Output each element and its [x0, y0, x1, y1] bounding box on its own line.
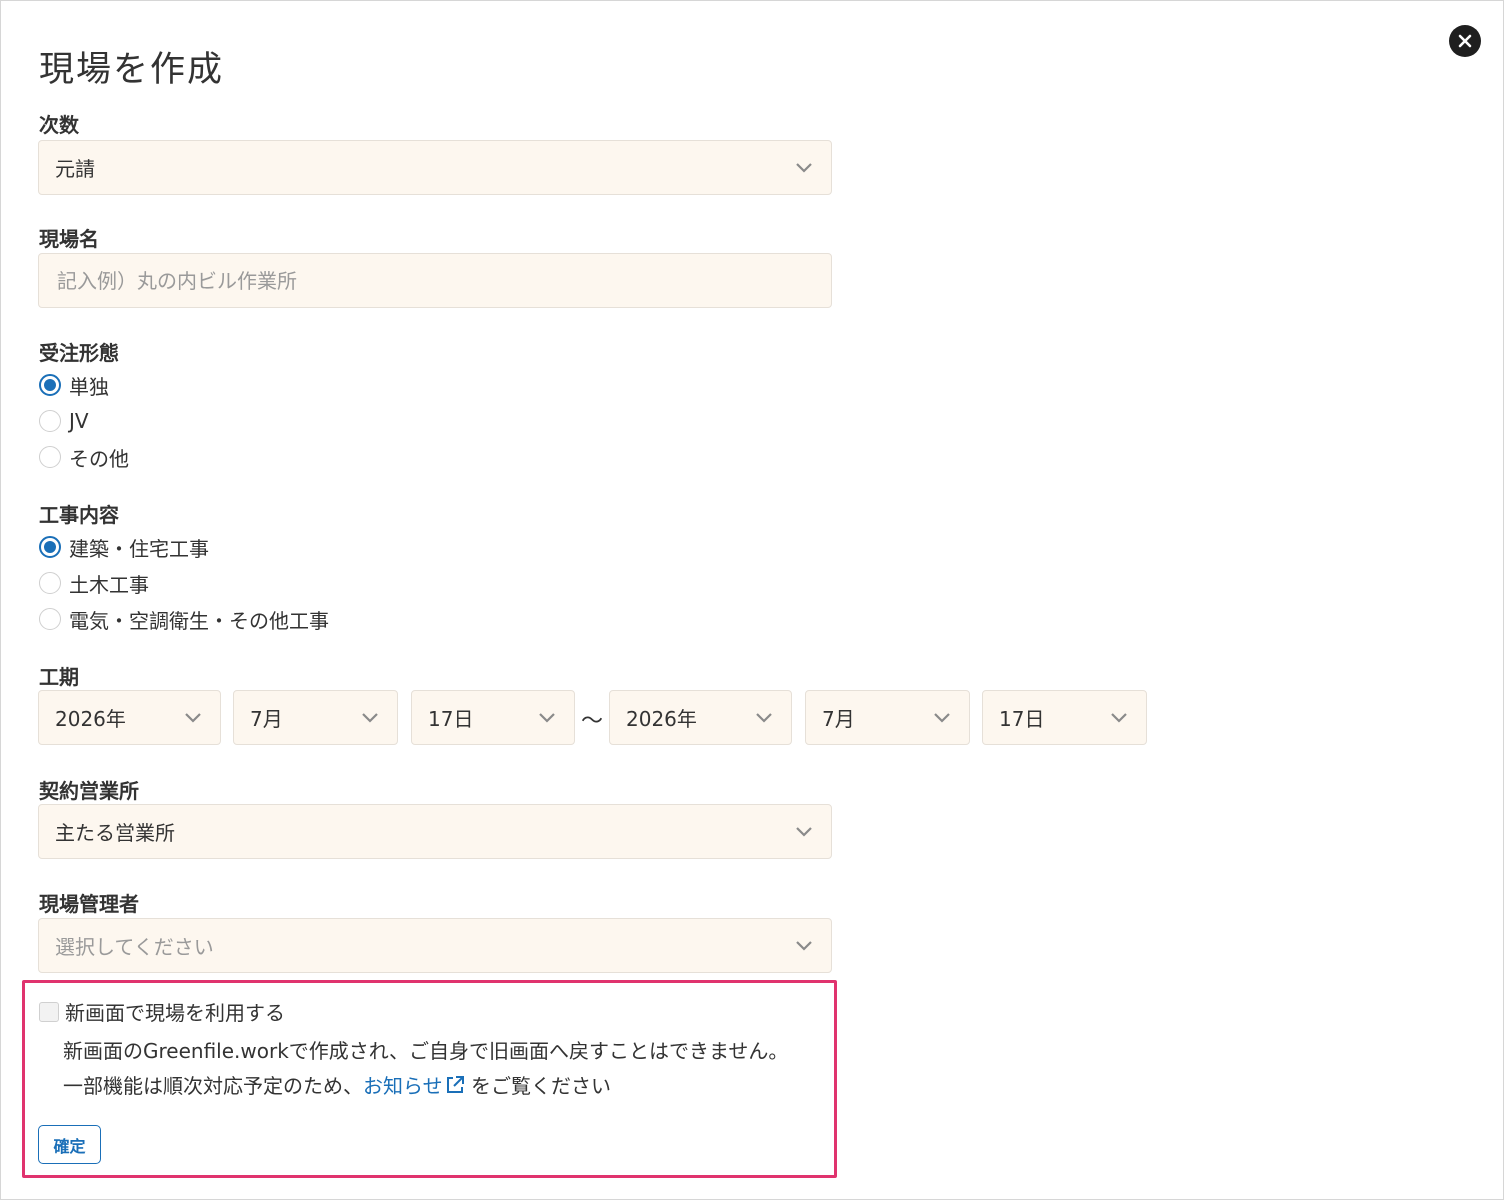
office-select[interactable]: 主たる営業所 [38, 804, 832, 859]
work-content-option-civil[interactable]: 土木工事 [39, 569, 149, 597]
start-day-value: 17日 [428, 707, 474, 731]
new-screen-description-line1: 新画面のGreenfile.workで作成され、ご自身で旧画面へ戻すことはできま… [63, 1039, 789, 1063]
external-link-icon [446, 1076, 464, 1093]
chevron-down-icon [796, 162, 812, 173]
manager-select[interactable]: 選択してください [38, 918, 832, 973]
chevron-down-icon [934, 712, 950, 723]
end-day-value: 17日 [999, 707, 1045, 731]
create-site-dialog: 現場を作成 次数 元請 現場名 受注形態 単独 JV その他 工事内容 建築・住… [0, 0, 1504, 1200]
new-screen-checkbox[interactable] [39, 1001, 59, 1022]
manager-placeholder: 選択してください [55, 935, 214, 959]
end-year-value: 2026年 [626, 707, 697, 731]
notice-link-text: お知らせ [363, 1074, 443, 1098]
chevron-down-icon [1111, 712, 1127, 723]
end-month-value: 7月 [822, 707, 855, 731]
radio-button[interactable] [39, 410, 61, 432]
work-content-label: 工事内容 [39, 503, 119, 527]
office-label: 契約営業所 [39, 779, 139, 803]
description-text: 一部機能は順次対応予定のため、 [63, 1074, 363, 1098]
start-year-value: 2026年 [55, 707, 126, 731]
new-screen-checkbox-label: 新画面で現場を利用する [65, 1001, 285, 1025]
start-month-value: 7月 [250, 707, 283, 731]
radio-button[interactable] [39, 572, 61, 594]
close-icon [1458, 34, 1472, 48]
order-level-value: 元請 [55, 157, 95, 181]
chevron-down-icon [185, 712, 201, 723]
radio-button[interactable] [39, 446, 61, 468]
radio-label: 土木工事 [69, 572, 149, 597]
start-day-select[interactable]: 17日 [411, 690, 575, 745]
order-type-label: 受注形態 [39, 341, 119, 365]
manager-label: 現場管理者 [39, 892, 139, 916]
description-text: をご覧ください [464, 1074, 611, 1098]
confirm-button[interactable]: 確定 [38, 1125, 101, 1164]
chevron-down-icon [756, 712, 772, 723]
radio-label: JV [69, 409, 89, 433]
chevron-down-icon [539, 712, 555, 723]
order-type-option-single[interactable]: 単独 [39, 371, 109, 399]
start-month-select[interactable]: 7月 [233, 690, 398, 745]
radio-label: その他 [69, 446, 129, 471]
start-year-select[interactable]: 2026年 [38, 690, 221, 745]
order-type-option-jv[interactable]: JV [39, 407, 89, 435]
radio-label: 建築・住宅工事 [69, 536, 209, 561]
radio-label: 単独 [69, 374, 109, 399]
radio-label: 電気・空調衛生・その他工事 [69, 608, 329, 633]
end-month-select[interactable]: 7月 [805, 690, 970, 745]
work-content-option-building[interactable]: 建築・住宅工事 [39, 533, 209, 561]
period-label: 工期 [39, 665, 79, 689]
new-screen-checkbox-row[interactable]: 新画面で現場を利用する [39, 997, 285, 1026]
order-type-option-other[interactable]: その他 [39, 443, 129, 471]
period-separator: 〜 [581, 709, 604, 734]
end-year-select[interactable]: 2026年 [609, 690, 792, 745]
notice-link[interactable]: お知らせ [363, 1074, 465, 1098]
new-screen-description-line2: 一部機能は順次対応予定のため、お知らせ をご覧ください [63, 1070, 611, 1099]
site-name-field [38, 253, 832, 308]
chevron-down-icon [796, 826, 812, 837]
close-button[interactable] [1449, 25, 1481, 57]
site-name-input[interactable] [57, 254, 831, 307]
chevron-down-icon [362, 712, 378, 723]
office-value: 主たる営業所 [55, 821, 175, 845]
radio-button[interactable] [39, 608, 61, 630]
work-content-option-electrical[interactable]: 電気・空調衛生・その他工事 [39, 605, 329, 633]
dialog-title: 現場を作成 [39, 50, 225, 90]
site-name-label: 現場名 [39, 227, 99, 251]
chevron-down-icon [796, 940, 812, 951]
order-level-select[interactable]: 元請 [38, 140, 832, 195]
radio-button[interactable] [39, 374, 61, 396]
order-level-label: 次数 [39, 113, 79, 137]
end-day-select[interactable]: 17日 [982, 690, 1147, 745]
radio-button[interactable] [39, 536, 61, 558]
